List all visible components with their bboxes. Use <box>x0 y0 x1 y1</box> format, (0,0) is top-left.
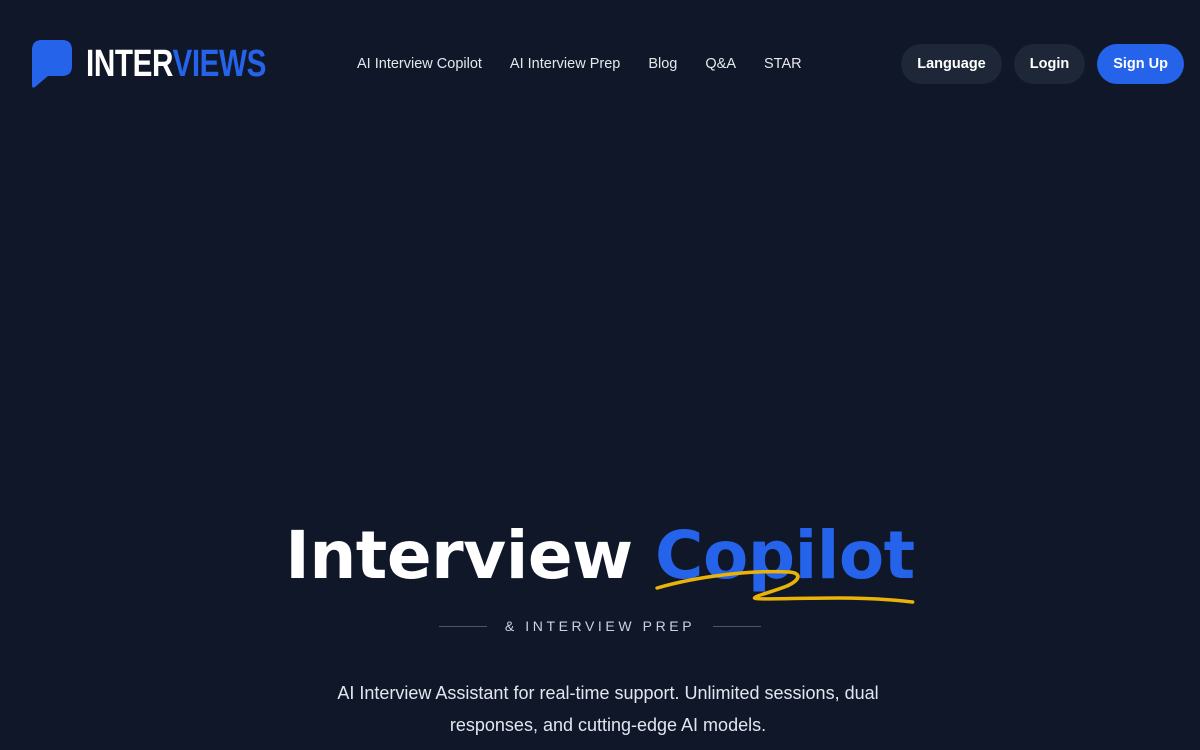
signup-button[interactable]: Sign Up <box>1097 44 1184 84</box>
hero-title: Interview Copilot <box>0 512 1200 604</box>
hero-subtitle: & INTERVIEW PREP <box>504 618 696 634</box>
nav-ai-interview-copilot[interactable]: AI Interview Copilot <box>357 52 482 76</box>
subtitle-rule-right <box>713 625 762 627</box>
header-actions: Language Login Sign Up <box>889 44 1184 84</box>
language-button[interactable]: Language <box>901 44 1002 84</box>
nav-ai-interview-prep[interactable]: AI Interview Prep <box>510 52 620 76</box>
nav-qa[interactable]: Q&A <box>705 52 736 76</box>
site-header: INTERVIEWS AI Interview Copilot AI Inter… <box>0 0 1200 128</box>
nav-blog[interactable]: Blog <box>648 52 677 76</box>
underline-squiggle-icon <box>655 569 915 604</box>
login-button[interactable]: Login <box>1013 44 1086 84</box>
logo-link[interactable]: INTERVIEWS <box>32 40 317 88</box>
logo-text-views: VIEWS <box>172 43 267 85</box>
nav-star[interactable]: STAR <box>764 52 802 76</box>
hero-title-interview: Interview <box>285 517 633 594</box>
speech-bubble-icon <box>32 40 72 88</box>
page: INTERVIEWS AI Interview Copilot AI Inter… <box>0 0 1200 750</box>
logo-text-inter: INTER <box>86 43 173 85</box>
logo-wordmark: INTERVIEWS <box>86 40 266 88</box>
hero-description: AI Interview Assistant for real-time sup… <box>337 683 879 735</box>
main-nav: AI Interview Copilot AI Interview Prep B… <box>357 52 802 76</box>
subtitle-rule-left <box>438 625 487 627</box>
hero-title-copilot-wrap: Copilot <box>655 512 915 604</box>
subtitle-row: & INTERVIEW PREP <box>0 614 1200 638</box>
